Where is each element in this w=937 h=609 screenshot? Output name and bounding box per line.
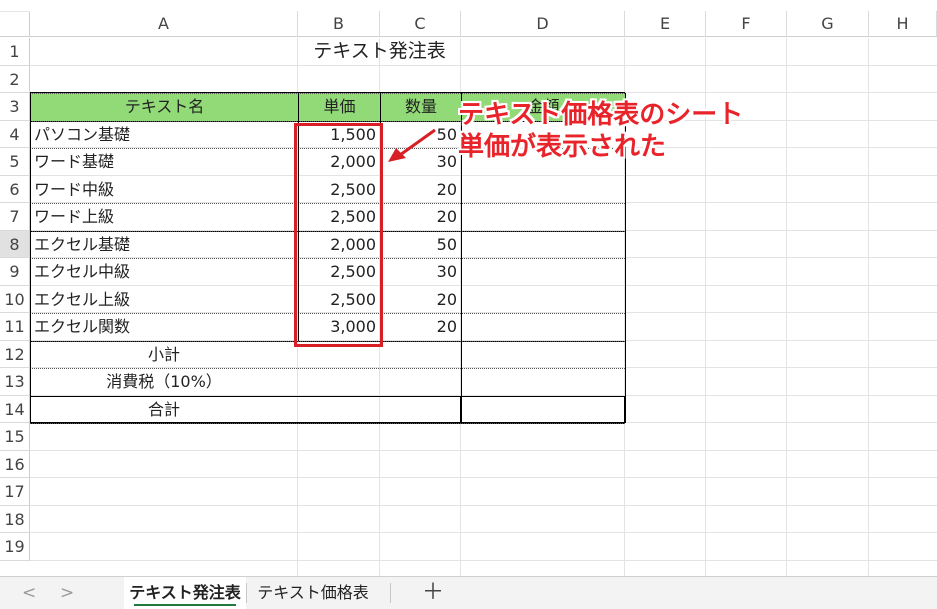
amount-cell[interactable] <box>461 286 625 314</box>
row-header-10[interactable]: 10 <box>0 285 30 313</box>
column-header-d[interactable]: D <box>461 11 625 37</box>
amount-cell[interactable] <box>461 203 625 231</box>
header-unit-price[interactable]: 単価 <box>299 93 380 121</box>
gridline-horizontal <box>30 559 937 561</box>
item-name-cell[interactable]: エクセル上級 <box>30 286 298 314</box>
total-label[interactable]: 合計 <box>30 396 298 424</box>
dotted-row-border <box>30 368 625 369</box>
row-header-13[interactable]: 13 <box>0 368 30 396</box>
prev-sheet-icon[interactable]: < <box>22 583 36 603</box>
row-header-9[interactable]: 9 <box>0 258 30 286</box>
quantity-cell[interactable]: 20 <box>380 313 461 341</box>
tab-label: テキスト発注表 <box>129 583 241 602</box>
row-header-2[interactable]: 2 <box>0 65 30 93</box>
gridline-horizontal <box>30 477 937 478</box>
row-header-18[interactable]: 18 <box>0 505 30 533</box>
item-name-cell[interactable]: パソコン基礎 <box>30 121 298 149</box>
callout-arrow-icon <box>388 128 436 162</box>
column-header-c[interactable]: C <box>380 11 461 37</box>
callout-line-2: 単価が表示された <box>458 132 667 162</box>
amount-cell[interactable] <box>461 176 625 204</box>
tab-sheet-order[interactable]: テキスト発注表 <box>124 577 246 609</box>
row-header-3[interactable]: 3 <box>0 93 30 121</box>
row-header-5[interactable]: 5 <box>0 148 30 176</box>
add-sheet-icon[interactable]: ＋ <box>422 577 444 609</box>
tax-label[interactable]: 消費税（10%） <box>30 368 298 396</box>
row-header-15[interactable]: 15 <box>0 423 30 451</box>
header-text-name[interactable]: テキスト名 <box>31 93 298 121</box>
table-border <box>30 395 625 397</box>
item-name-cell[interactable]: エクセル中級 <box>30 258 298 286</box>
column-header-h[interactable]: H <box>869 11 937 37</box>
sheet-tab-bar: < > テキスト発注表 テキスト価格表 ＋ <box>0 576 937 609</box>
row-header-16[interactable]: 16 <box>0 450 30 478</box>
annotation-callout: テキスト価格表のシート 単価が表示された <box>458 96 764 162</box>
select-all-corner[interactable] <box>0 11 30 37</box>
header-quantity[interactable]: 数量 <box>381 93 461 121</box>
tab-sheet-price[interactable]: テキスト価格表 <box>250 577 376 609</box>
row-header-19[interactable]: 19 <box>0 533 30 561</box>
subtotal-label[interactable]: 小計 <box>30 341 298 369</box>
item-name-cell[interactable]: エクセル基礎 <box>30 231 298 259</box>
item-name-cell[interactable]: ワード基礎 <box>30 148 298 176</box>
gridline-horizontal <box>30 504 937 506</box>
tab-label: テキスト価格表 <box>257 583 369 602</box>
total-box-border <box>624 395 626 423</box>
amount-cell[interactable] <box>461 258 625 286</box>
dotted-row-border <box>30 423 625 424</box>
item-name-cell[interactable]: ワード上級 <box>30 203 298 231</box>
amount-cell[interactable] <box>461 231 625 259</box>
row-header-12[interactable]: 12 <box>0 340 30 368</box>
quantity-cell[interactable]: 20 <box>380 286 461 314</box>
column-header-e[interactable]: E <box>625 11 706 37</box>
row-header-7[interactable]: 7 <box>0 203 30 231</box>
column-header-b[interactable]: B <box>298 11 380 37</box>
row-header-4[interactable]: 4 <box>0 120 30 148</box>
unit-price-highlight-box <box>294 123 383 347</box>
column-header-g[interactable]: G <box>787 11 869 37</box>
next-sheet-icon[interactable]: > <box>60 583 74 603</box>
sheet-title[interactable]: テキスト発注表 <box>298 38 461 66</box>
row-header-8[interactable]: 8 <box>0 230 30 258</box>
item-name-cell[interactable]: エクセル関数 <box>30 313 298 341</box>
quantity-cell[interactable]: 20 <box>380 203 461 231</box>
active-tab-underline <box>134 604 236 606</box>
row-header-6[interactable]: 6 <box>0 175 30 203</box>
gridline-horizontal <box>30 64 937 66</box>
spreadsheet-grid[interactable]: A B C D E F G H 1 2 3 4 5 6 7 8 9 10 11 12 13 14 15 16 17 18 19 テキス… <box>0 0 937 576</box>
item-name-cell[interactable]: ワード中級 <box>30 176 298 204</box>
row-header-14[interactable]: 14 <box>0 395 30 423</box>
row-header-11[interactable]: 11 <box>0 313 30 341</box>
total-box-border <box>460 395 462 423</box>
quantity-cell[interactable]: 50 <box>380 231 461 259</box>
quantity-cell[interactable]: 30 <box>380 258 461 286</box>
row-header-17[interactable]: 17 <box>0 478 30 506</box>
amount-cell[interactable] <box>461 313 625 341</box>
row-header-1[interactable]: 1 <box>0 38 30 66</box>
column-header-f[interactable]: F <box>706 11 787 37</box>
column-header-a[interactable]: A <box>30 11 298 37</box>
gridline-horizontal <box>30 532 937 533</box>
gridline-horizontal <box>30 449 937 451</box>
table-border <box>30 93 31 423</box>
quantity-cell[interactable]: 20 <box>380 176 461 204</box>
